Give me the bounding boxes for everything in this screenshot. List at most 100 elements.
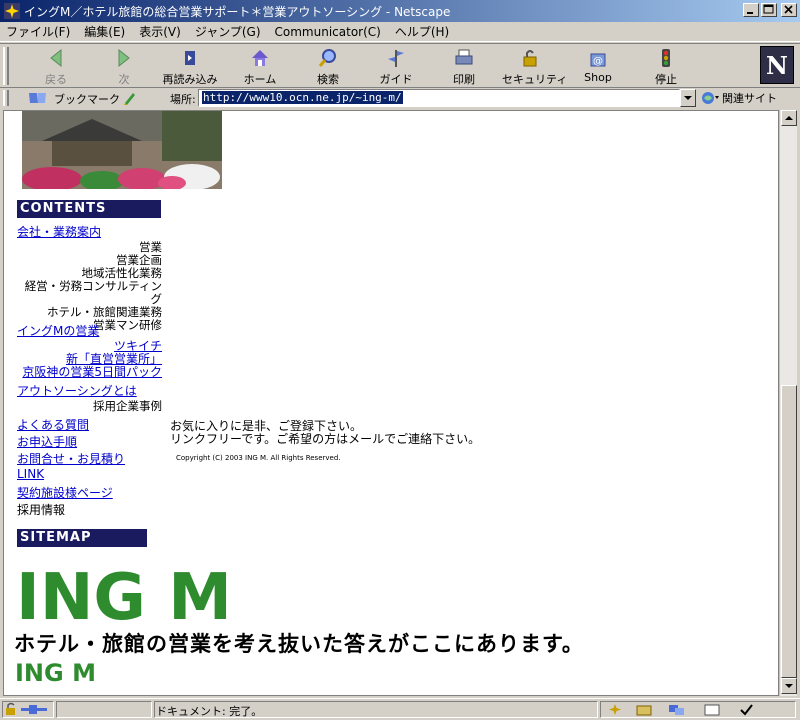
menu-view[interactable]: 表示(V): [139, 23, 181, 40]
netscape-icon: [4, 3, 20, 19]
security-button[interactable]: セキュリティ: [502, 47, 568, 87]
bookmarks-label[interactable]: ブックマーク: [54, 91, 120, 107]
menu-go[interactable]: ジャンプ(G): [195, 23, 261, 40]
contents-header: CONTENTS: [17, 200, 161, 218]
ingm-logo: ING M: [14, 561, 232, 635]
forward-button[interactable]: 次: [96, 47, 152, 87]
guide-button[interactable]: ガイド: [368, 47, 424, 87]
contract-facility-link[interactable]: 契約施設様ページ: [17, 484, 113, 501]
close-icon: [784, 5, 793, 14]
link-page-link[interactable]: LINK: [17, 467, 44, 481]
small-logo-text: ING M: [15, 659, 96, 685]
menu-bar: ファイル(F) 編集(E) 表示(V) ジャンプ(G) Communicator…: [0, 22, 800, 42]
related-sites-icon: [702, 92, 719, 104]
shop-label: Shop: [584, 71, 612, 84]
menu-help[interactable]: ヘルプ(H): [395, 23, 449, 40]
print-label: 印刷: [453, 73, 475, 86]
stop-label: 停止: [655, 73, 677, 86]
scroll-down-button[interactable]: [781, 678, 797, 694]
stop-icon: [662, 49, 670, 67]
link-free-message: リンクフリーです。ご希望の方はメールでご連絡下さい。: [170, 432, 481, 446]
stop-button[interactable]: 停止: [638, 47, 694, 87]
bookmark-icon[interactable]: [27, 90, 49, 106]
list-item: 経営・労務コンサルティング: [24, 279, 162, 306]
title-bar: イングM／ホテル旅館の総合営業サポート＊営業アウトソーシング - Netscap…: [0, 0, 800, 22]
home-label: ホーム: [243, 73, 277, 86]
search-icon: [318, 49, 336, 67]
component-bar: [600, 701, 796, 718]
security-status[interactable]: [2, 701, 54, 718]
window-title: イングM／ホテル旅館の総合営業サポート＊営業アウトソーシング - Netscap…: [24, 4, 451, 19]
back-button[interactable]: 戻る: [28, 47, 84, 87]
arrow-down-icon: [785, 684, 793, 688]
checkmark-icon: [740, 704, 753, 716]
reload-label: 再読み込み: [162, 73, 218, 86]
inquiry-estimate-link[interactable]: お問合せ・お見積り: [17, 450, 125, 467]
reload-icon: [185, 51, 195, 65]
page-content: CONTENTS 会社・業務案内 営業 営業企画 地域活性化業務 経営・労務コン…: [3, 110, 779, 696]
security-label: セキュリティ: [502, 73, 568, 86]
company-items-list: 営業 営業企画 地域活性化業務 経営・労務コンサルティング ホテル・旅館関連業務…: [14, 241, 162, 332]
connection-icon: [21, 705, 47, 714]
temple-photo: [22, 111, 222, 189]
maximize-icon: [763, 4, 774, 14]
guide-label: ガイド: [379, 73, 413, 86]
url-text: http://www10.ocn.ne.jp/~ing-m/: [202, 91, 403, 104]
related-sites-button[interactable]: 関連サイト: [700, 90, 777, 106]
discussion-icon: [669, 705, 684, 715]
case-studies-text: 採用企業事例: [93, 399, 162, 413]
chevron-down-icon: [684, 96, 692, 100]
menu-edit[interactable]: 編集(E): [84, 23, 125, 40]
recruit-text: 採用情報: [17, 503, 66, 517]
url-dropdown-button[interactable]: [680, 89, 696, 107]
composer-icon: [704, 704, 720, 716]
back-arrow-icon: [50, 48, 62, 68]
menu-communicator[interactable]: Communicator(C): [275, 25, 381, 39]
menu-file[interactable]: ファイル(F): [6, 23, 70, 40]
location-label: 場所:: [170, 93, 196, 106]
sitemap-header: SITEMAP: [17, 529, 147, 547]
close-button[interactable]: [781, 3, 797, 17]
svg-text:@: @: [593, 56, 603, 67]
location-bar: ブックマーク 場所: http://www10.ocn.ne.jp/~ing-m…: [0, 88, 800, 109]
forward-arrow-icon: [118, 48, 130, 68]
tagline: ホテル・旅館の営業を考え抜いた答えがここにあります。: [14, 631, 584, 656]
minimize-button[interactable]: [743, 3, 759, 17]
navigator-icon: [609, 704, 621, 715]
shop-bag-icon: @: [590, 53, 606, 67]
vertical-scrollbar[interactable]: [779, 110, 797, 696]
search-label: 検索: [317, 73, 339, 86]
minimize-icon: [747, 12, 753, 14]
toolbar-grip[interactable]: [3, 47, 9, 85]
page-proxy-icon[interactable]: [122, 90, 138, 106]
shop-button[interactable]: @ Shop: [570, 47, 626, 87]
logo-text: ING M: [16, 561, 229, 623]
outsourcing-link[interactable]: アウトソーシングとは: [17, 382, 137, 399]
printer-icon: [455, 49, 473, 65]
guide-icon: [388, 50, 404, 67]
company-info-link[interactable]: 会社・業務案内: [17, 223, 101, 240]
url-input[interactable]: http://www10.ocn.ne.jp/~ing-m/: [198, 89, 680, 107]
unlock-icon: [6, 702, 15, 715]
search-button[interactable]: 検索: [300, 47, 356, 87]
ingm-sales-link[interactable]: イングMの営業: [17, 322, 99, 339]
scroll-thumb[interactable]: [781, 385, 797, 678]
home-button[interactable]: ホーム: [232, 47, 288, 87]
lock-icon: [523, 50, 537, 67]
forward-label: 次: [118, 73, 130, 86]
reload-button[interactable]: 再読み込み: [162, 47, 218, 87]
related-sites-label: 関連サイト: [722, 92, 777, 105]
scroll-up-button[interactable]: [781, 110, 797, 126]
application-steps-link[interactable]: お申込手順: [17, 433, 77, 450]
print-button[interactable]: 印刷: [436, 47, 492, 87]
back-label: 戻る: [45, 73, 67, 86]
faq-link[interactable]: よくある質問: [17, 416, 89, 433]
arrow-up-icon: [785, 116, 793, 120]
locbar-grip[interactable]: [3, 90, 9, 106]
netscape-logo[interactable]: N: [760, 46, 794, 84]
progress-bar: [56, 701, 152, 718]
navigation-toolbar: 戻る 次 再読み込み ホーム 検索 ガイド 印刷 セキュリティ @ Shop 停…: [0, 43, 800, 88]
status-bar: ドキュメント: 完了。: [0, 698, 800, 720]
maximize-button[interactable]: [761, 3, 777, 17]
keihanshin-pack-link[interactable]: 京阪神の営業5日間パック: [14, 366, 162, 379]
